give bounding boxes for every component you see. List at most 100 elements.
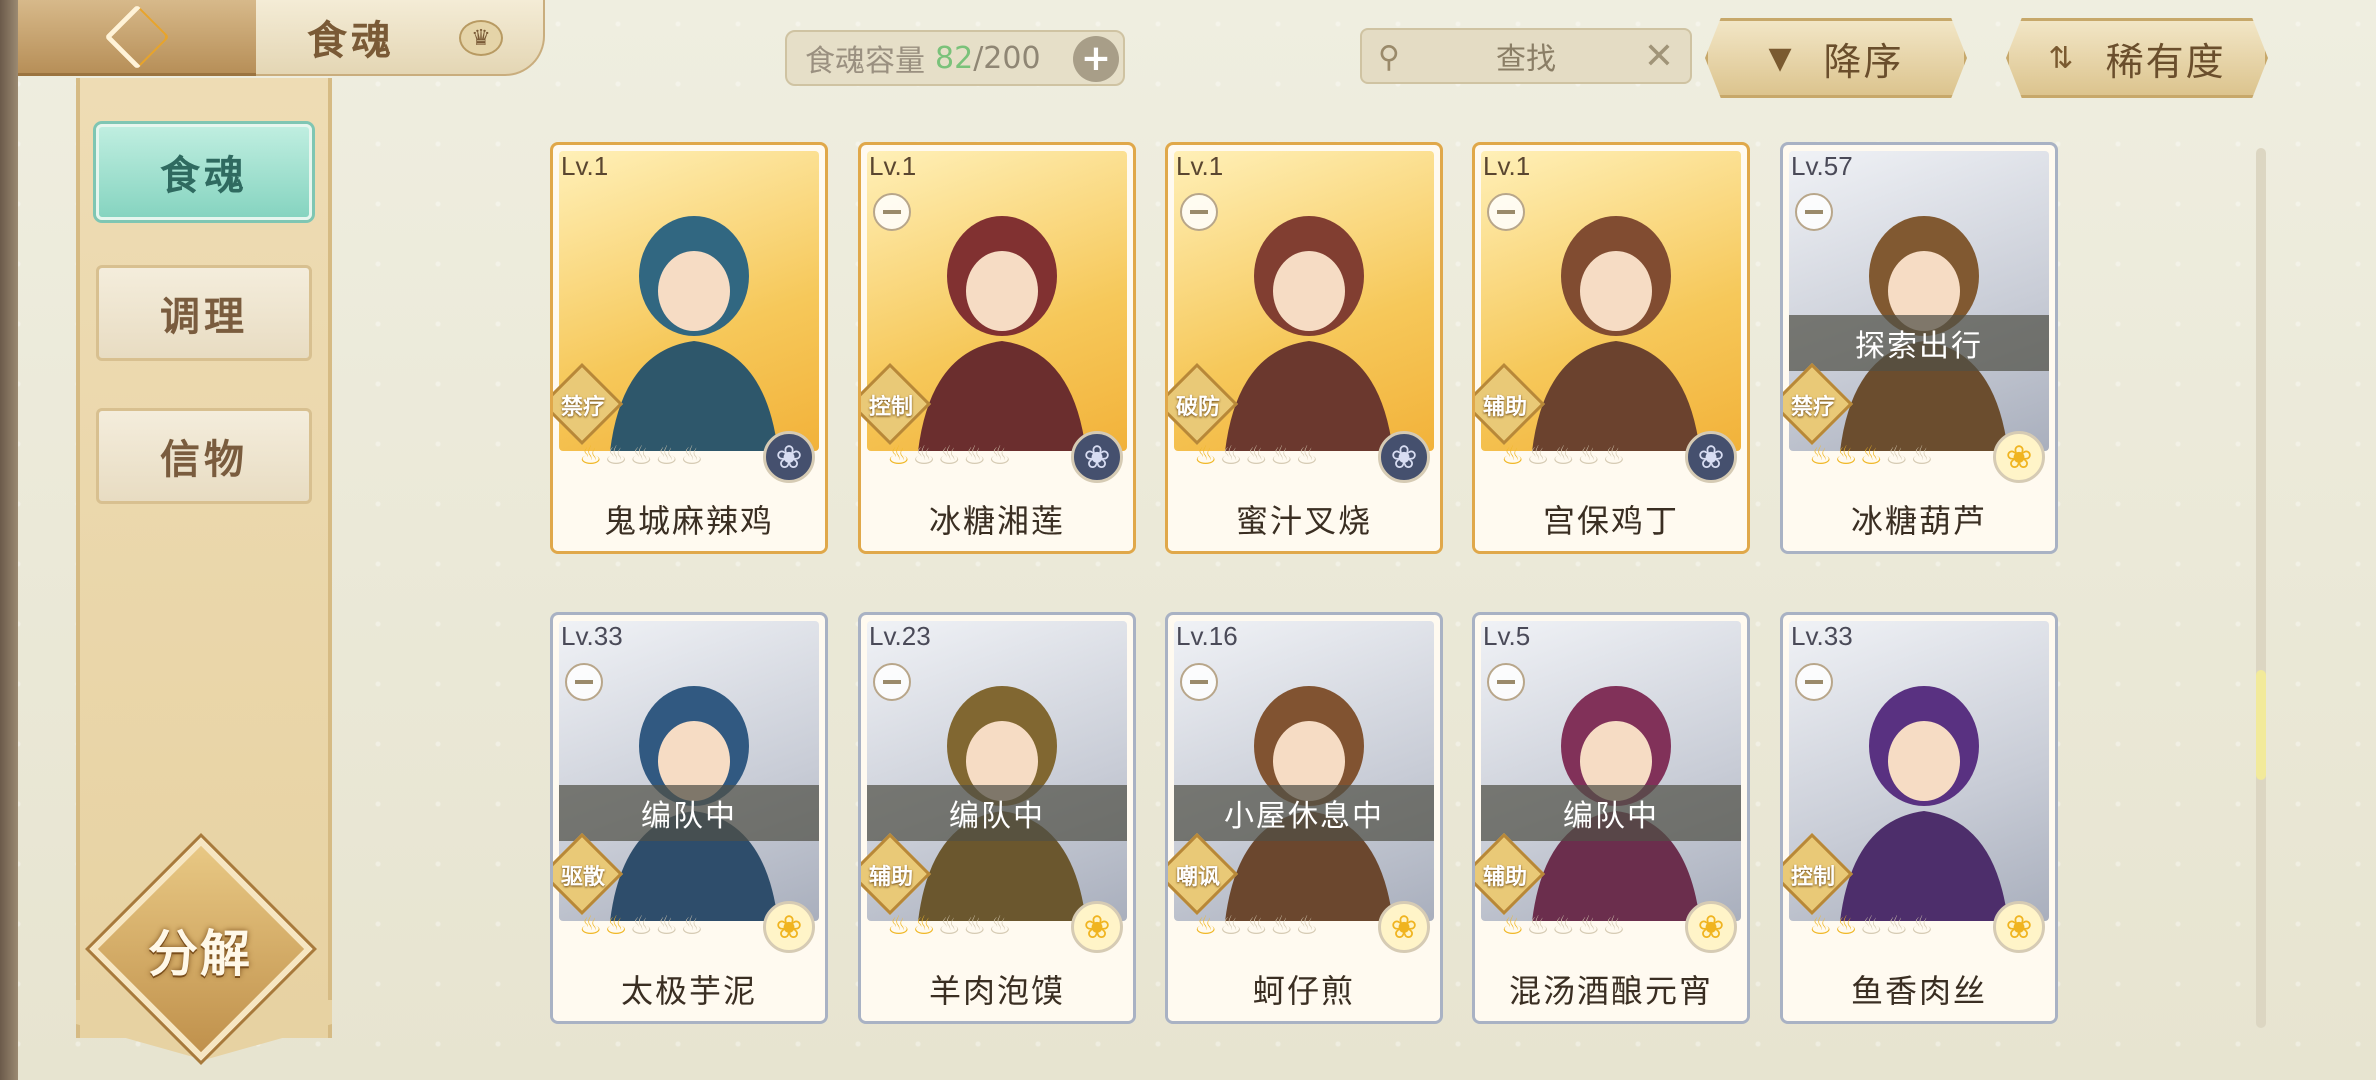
star-rating: ♨♨♨♨♨ [1194,441,1321,471]
tab-food-soul[interactable]: 食魂 [96,124,312,220]
sort-order-button[interactable]: ▼ 降序 [1705,18,1967,98]
lock-icon[interactable] [1180,663,1218,701]
food-soul-card[interactable]: Lv.16 小屋休息中 嘲讽 ♨♨♨♨♨ ❀ 蚵仔煎 [1165,612,1443,1024]
food-soul-card[interactable]: Lv.57 探索出行 禁疗 ♨♨♨♨♨ ❀ 冰糖葫芦 [1780,142,2058,554]
character-name: 混汤酒酿元宵 [1475,957,1747,1021]
flame-star-icon: ♨ [1269,911,1296,941]
lock-icon[interactable] [1795,663,1833,701]
character-name: 蚵仔煎 [1168,957,1440,1021]
gold-flower-icon: ❀ [763,901,815,953]
crown-icon[interactable]: ♛ [459,20,503,56]
flame-star-icon: ♨ [962,441,989,471]
flame-star-icon: ♨ [988,441,1014,471]
search-icon: ⚲ [1378,40,1400,75]
flame-star-icon: ♨ [604,441,630,471]
flame-star-icon: ♨ [1809,911,1835,941]
character-name: 冰糖葫芦 [1783,487,2055,551]
lock-icon[interactable] [873,193,911,231]
flame-star-icon: ♨ [937,911,963,941]
character-name: 鬼城麻辣鸡 [553,487,825,551]
flame-star-icon: ♨ [1884,441,1911,471]
character-name: 羊肉泡馍 [861,957,1133,1021]
lock-icon[interactable] [565,663,603,701]
flame-star-icon: ♨ [629,911,655,941]
flame-star-icon: ♨ [1219,911,1245,941]
decompose-label[interactable]: 分解 [110,900,290,1000]
flame-star-icon: ♨ [1859,911,1885,941]
flame-star-icon: ♨ [1859,441,1885,471]
clear-search-icon[interactable]: ✕ [1644,36,1674,77]
role-label: 禁疗 [1790,395,1835,420]
food-soul-card[interactable]: Lv.5 编队中 辅助 ♨♨♨♨♨ ❀ 混汤酒酿元宵 [1472,612,1750,1024]
role-label: 禁疗 [560,395,605,420]
level-label: Lv.23 [869,621,931,651]
food-soul-card[interactable]: Lv.1 控制 ♨♨♨♨♨ ❀ 冰糖湘莲 [858,142,1136,554]
capacity-display: 食魂容量 82 /200 + [785,30,1125,86]
capacity-label: 食魂容量 [805,44,925,79]
page-title: 食魂 [307,18,395,64]
food-soul-card[interactable]: Lv.1 禁疗 ♨♨♨♨♨ ❀ 鬼城麻辣鸡 [550,142,828,554]
star-rating: ♨♨♨♨♨ [1501,441,1628,471]
flame-star-icon: ♨ [1551,911,1577,941]
flame-star-icon: ♨ [654,441,681,471]
food-soul-card[interactable]: Lv.1 辅助 ♨♨♨♨♨ ❀ 宫保鸡丁 [1472,142,1750,554]
back-button[interactable] [18,0,256,76]
flame-star-icon: ♨ [654,911,681,941]
status-banner: 编队中 [559,785,819,841]
food-soul-card[interactable]: Lv.33 编队中 驱散 ♨♨♨♨♨ ❀ 太极芋泥 [550,612,828,1024]
star-rating: ♨♨♨♨♨ [1194,911,1321,941]
flame-star-icon: ♨ [962,911,989,941]
dark-flower-icon: ❀ [1685,431,1737,483]
rarity-filter-button[interactable]: ⇅ 稀有度 [2006,18,2268,98]
flame-star-icon: ♨ [629,441,655,471]
scrollbar-track[interactable] [2256,148,2266,1028]
flame-star-icon: ♨ [1295,441,1321,471]
flame-star-icon: ♨ [1910,911,1936,941]
character-name: 冰糖湘莲 [861,487,1133,551]
gold-flower-icon: ❀ [1071,901,1123,953]
add-capacity-button[interactable]: + [1073,36,1119,82]
left-edge [0,0,18,1080]
flame-star-icon: ♨ [1834,441,1860,471]
search-input[interactable]: ⚲ 查找 ✕ [1360,28,1692,84]
character-name: 宫保鸡丁 [1475,487,1747,551]
food-soul-card[interactable]: Lv.23 编队中 辅助 ♨♨♨♨♨ ❀ 羊肉泡馍 [858,612,1136,1024]
role-label: 辅助 [1482,395,1527,420]
status-banner: 探索出行 [1789,315,2049,371]
level-label: Lv.16 [1176,621,1238,651]
food-soul-card[interactable]: Lv.1 破防 ♨♨♨♨♨ ❀ 蜜汁叉烧 [1165,142,1443,554]
level-label: Lv.57 [1791,151,1853,181]
flame-star-icon: ♨ [1501,911,1527,941]
flame-star-icon: ♨ [887,441,913,471]
flame-star-icon: ♨ [680,441,706,471]
flame-star-icon: ♨ [1526,911,1552,941]
dark-flower-icon: ❀ [763,431,815,483]
star-rating: ♨♨♨♨♨ [579,911,706,941]
status-banner: 小屋休息中 [1174,785,1434,841]
tab-token[interactable]: 信物 [96,408,312,504]
flame-star-icon: ♨ [1501,441,1527,471]
star-rating: ♨♨♨♨♨ [1809,911,1936,941]
flame-star-icon: ♨ [1809,441,1835,471]
scrollbar-thumb[interactable] [2256,670,2266,780]
character-name: 太极芋泥 [553,957,825,1021]
lock-icon[interactable] [1795,193,1833,231]
search-label: 查找 [1496,42,1556,77]
lock-icon[interactable] [873,663,911,701]
title-tab: 食魂 ♛ [215,0,545,76]
star-rating: ♨♨♨♨♨ [887,911,1014,941]
lock-icon[interactable] [1487,193,1525,231]
lock-icon[interactable] [1180,193,1218,231]
role-label: 控制 [1790,865,1835,890]
character-figure [1532,216,1700,451]
flame-star-icon: ♨ [1602,441,1628,471]
food-soul-card[interactable]: Lv.33 控制 ♨♨♨♨♨ ❀ 鱼香肉丝 [1780,612,2058,1024]
role-label: 嘲讽 [1175,865,1220,890]
tab-cultivate[interactable]: 调理 [96,265,312,361]
flame-star-icon: ♨ [1602,911,1628,941]
lock-icon[interactable] [1487,663,1525,701]
role-label: 辅助 [1482,865,1527,890]
flame-star-icon: ♨ [579,441,605,471]
role-label: 辅助 [868,865,913,890]
level-label: Lv.1 [1483,151,1531,181]
